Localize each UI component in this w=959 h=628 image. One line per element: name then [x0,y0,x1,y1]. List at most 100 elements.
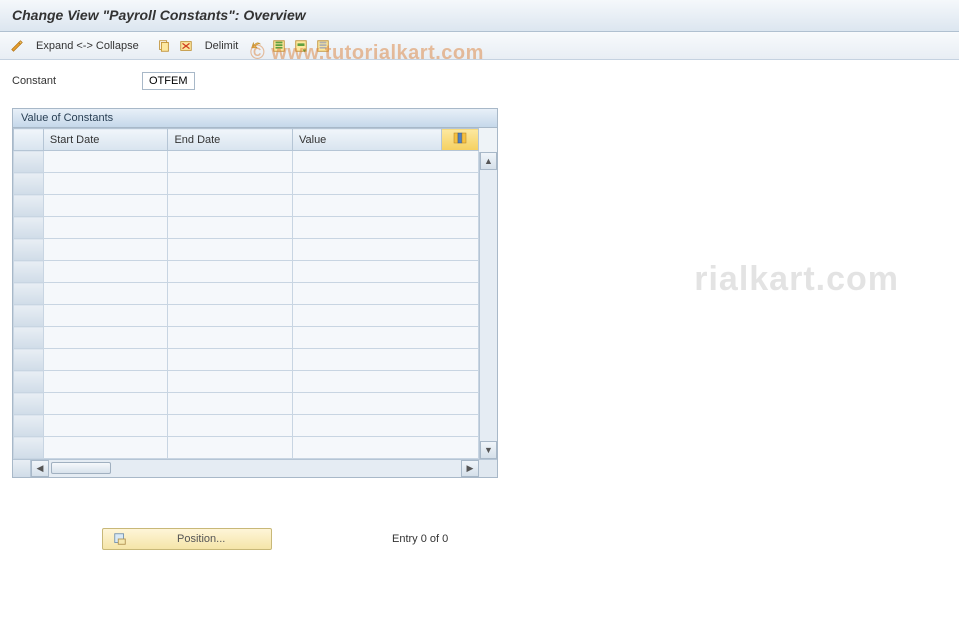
scroll-up-icon[interactable]: ▲ [480,152,497,170]
expand-collapse-button[interactable]: Expand <-> Collapse [30,38,145,54]
table-row [14,217,479,239]
cell-value[interactable] [292,239,478,261]
cell-end-date[interactable] [168,173,293,195]
cell-start-date[interactable] [43,437,168,459]
deselect-all-icon[interactable] [314,37,332,55]
position-button[interactable]: Position... [102,528,272,550]
row-selector[interactable] [14,393,44,415]
col-value[interactable]: Value [292,129,441,151]
cell-start-date[interactable] [43,173,168,195]
cell-end-date[interactable] [168,437,293,459]
delete-icon[interactable] [177,37,195,55]
cell-end-date[interactable] [168,283,293,305]
cell-value[interactable] [292,371,478,393]
cell-value[interactable] [292,305,478,327]
table-row [14,349,479,371]
cell-end-date[interactable] [168,217,293,239]
entry-status: Entry 0 of 0 [392,533,448,545]
table-row [14,195,479,217]
scroll-left-icon[interactable]: ◀ [31,460,49,477]
cell-start-date[interactable] [43,305,168,327]
cell-end-date[interactable] [168,415,293,437]
cell-start-date[interactable] [43,327,168,349]
table-row [14,415,479,437]
select-block-icon[interactable] [292,37,310,55]
constant-value[interactable]: OTFEM [142,72,195,90]
cell-value[interactable] [292,151,478,173]
position-icon [113,532,127,546]
cell-start-date[interactable] [43,371,168,393]
copy-icon[interactable] [155,37,173,55]
row-selector[interactable] [14,173,44,195]
row-selector-header[interactable] [14,129,44,151]
undo-icon[interactable] [248,37,266,55]
delimit-button[interactable]: Delimit [199,38,245,54]
row-selector[interactable] [14,437,44,459]
value-of-constants-panel: Value of Constants Start Date End Date V… [12,108,498,478]
cell-end-date[interactable] [168,393,293,415]
cell-start-date[interactable] [43,393,168,415]
cell-start-date[interactable] [43,283,168,305]
scroll-right-icon[interactable]: ▶ [461,460,479,477]
cell-start-date[interactable] [43,415,168,437]
scroll-corner-right [479,460,497,477]
cell-end-date[interactable] [168,305,293,327]
scroll-track[interactable] [480,170,497,441]
row-selector[interactable] [14,283,44,305]
hscroll-track[interactable] [49,460,461,477]
row-selector[interactable] [14,415,44,437]
cell-start-date[interactable] [43,217,168,239]
cell-value[interactable] [292,261,478,283]
row-selector[interactable] [14,261,44,283]
title-bar: Change View "Payroll Constants": Overvie… [0,0,959,32]
cell-end-date[interactable] [168,151,293,173]
constant-label: Constant [12,75,142,87]
cell-value[interactable] [292,437,478,459]
row-selector[interactable] [14,349,44,371]
cell-end-date[interactable] [168,261,293,283]
toggle-display-icon[interactable] [8,37,26,55]
cell-value[interactable] [292,415,478,437]
scroll-corner [13,460,31,477]
cell-end-date[interactable] [168,349,293,371]
page-title: Change View "Payroll Constants": Overvie… [12,7,947,23]
table-row [14,151,479,173]
cell-value[interactable] [292,217,478,239]
cell-start-date[interactable] [43,239,168,261]
cell-start-date[interactable] [43,261,168,283]
cell-end-date[interactable] [168,327,293,349]
vertical-scrollbar[interactable]: ▲ ▼ [479,152,497,459]
col-start-date[interactable]: Start Date [43,129,168,151]
col-end-date[interactable]: End Date [168,129,293,151]
cell-value[interactable] [292,349,478,371]
position-label: Position... [177,533,225,545]
cell-start-date[interactable] [43,151,168,173]
cell-value[interactable] [292,195,478,217]
table-row [14,261,479,283]
constants-table: Start Date End Date Value [13,128,479,459]
table-row [14,173,479,195]
row-selector[interactable] [14,371,44,393]
row-selector[interactable] [14,305,44,327]
row-selector[interactable] [14,151,44,173]
cell-value[interactable] [292,283,478,305]
cell-value[interactable] [292,173,478,195]
cell-end-date[interactable] [168,371,293,393]
select-all-icon[interactable] [270,37,288,55]
cell-end-date[interactable] [168,195,293,217]
toolbar: Expand <-> Collapse Delimit [0,32,959,60]
table-row [14,305,479,327]
cell-start-date[interactable] [43,349,168,371]
hscroll-thumb[interactable] [51,462,111,474]
table-config-button[interactable] [442,129,479,151]
cell-end-date[interactable] [168,239,293,261]
row-selector[interactable] [14,195,44,217]
cell-start-date[interactable] [43,195,168,217]
row-selector[interactable] [14,239,44,261]
cell-value[interactable] [292,393,478,415]
row-selector[interactable] [14,327,44,349]
scroll-down-icon[interactable]: ▼ [480,441,497,459]
cell-value[interactable] [292,327,478,349]
horizontal-scrollbar[interactable]: ◀ ▶ [13,459,497,477]
row-selector[interactable] [14,217,44,239]
